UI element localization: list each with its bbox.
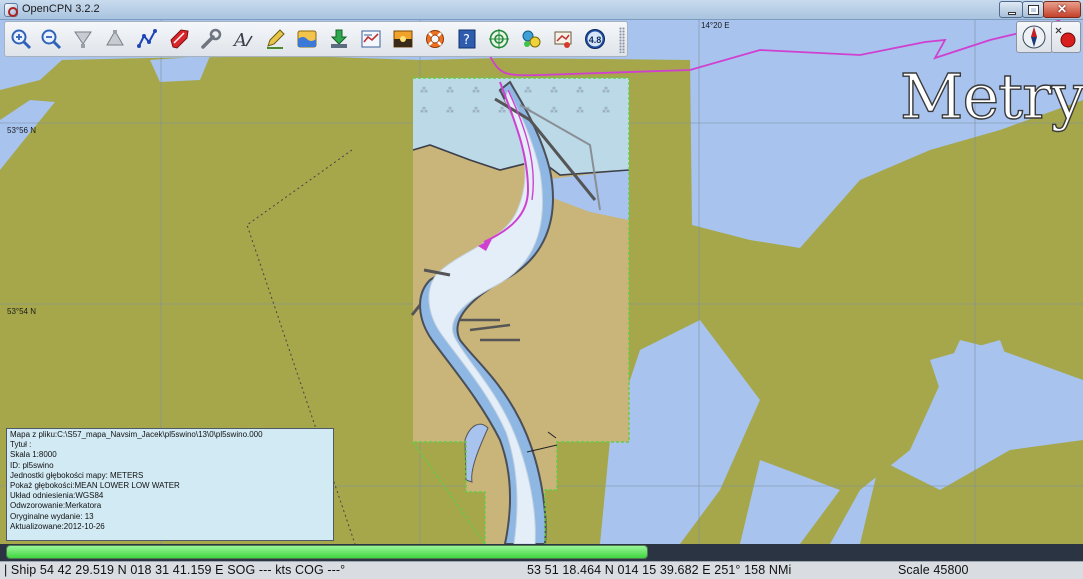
- print-icon: [554, 31, 572, 48]
- current-icon: [330, 29, 348, 48]
- currents-button[interactable]: [325, 25, 353, 54]
- zoom-out-icon: [41, 29, 62, 50]
- ship-icon: [170, 29, 189, 49]
- version-button[interactable]: 4.8: [581, 25, 609, 54]
- chart-info-line: Oryginalne wydanie: 13: [10, 511, 94, 521]
- route-button[interactable]: [133, 25, 161, 54]
- lifebuoy-icon: [426, 30, 444, 48]
- chart-quilt-bar[interactable]: [6, 545, 648, 559]
- chart-info-line: Tytuł :: [10, 440, 32, 450]
- follow-ship-button[interactable]: [165, 25, 193, 54]
- minimize-button[interactable]: [999, 1, 1023, 18]
- zoom-in-icon: [11, 29, 32, 50]
- text-button[interactable]: A: [229, 25, 257, 54]
- ais-button[interactable]: [517, 25, 545, 54]
- target-icon: [489, 29, 509, 49]
- close-button[interactable]: ✕: [1043, 1, 1081, 18]
- status-bar: | Ship 54 42 29.519 N 018 31 41.159 E SO…: [0, 561, 1083, 579]
- depth-units-overlay: Metry: [899, 59, 1083, 133]
- scale-in-button[interactable]: [69, 25, 97, 54]
- title-bar: OpenCPN 3.2.2 ✕: [0, 0, 1083, 20]
- scale-out-button[interactable]: [101, 25, 129, 54]
- close-icon: ✕: [1056, 2, 1068, 16]
- zoom-in-button[interactable]: [7, 25, 35, 54]
- chart-info-line: Pokaż głębokości:MEAN LOWER LOW WATER: [10, 481, 180, 491]
- chart-info-line: Skala 1:8000: [10, 450, 57, 460]
- opencpn-logo-icon: [4, 3, 18, 17]
- wrench-icon: [201, 28, 222, 49]
- chart-info-line: Jednostki głębokości mapy: METERS: [10, 470, 144, 480]
- tides-button[interactable]: [293, 25, 321, 54]
- radar-button[interactable]: [485, 25, 513, 54]
- ship-position-status: | Ship 54 42 29.519 N 018 31 41.159 E SO…: [4, 563, 346, 577]
- latitude-label: 53°54 N: [7, 307, 36, 316]
- draw-button[interactable]: [261, 25, 289, 54]
- help-icon: ?: [458, 29, 476, 49]
- chart-info-line: Mapa z pliku:C:\S57_mapa_Navsim_Jacek\pl…: [10, 430, 263, 439]
- route-icon: [137, 29, 157, 48]
- chart-info-line: ID: pl5swino: [10, 460, 54, 470]
- minimize-icon: [1008, 12, 1016, 15]
- gps-status-widget[interactable]: [1051, 21, 1081, 53]
- opencpn-window: OpenCPN 3.2.2 ✕ ⁂: [0, 0, 1083, 579]
- compass-widget[interactable]: [1016, 21, 1053, 53]
- pencil-icon: [267, 29, 285, 49]
- window-title: OpenCPN 3.2.2: [22, 3, 100, 15]
- chart-info-line: Aktualizowane:2012-10-26: [10, 521, 105, 531]
- chart-info-line: Odwzorowanie:Merkatora: [10, 501, 102, 511]
- cursor-position-status: 53 51 18.464 N 014 15 39.682 E 251° 158 …: [527, 563, 792, 577]
- settings-button[interactable]: [197, 25, 225, 54]
- maximize-icon: [1028, 5, 1039, 15]
- main-toolbar: A ? 4.8: [4, 21, 628, 57]
- scale-out-icon: [106, 29, 124, 46]
- compass-icon: [1022, 25, 1046, 49]
- longitude-label: 14°20 E: [701, 21, 730, 30]
- toolbar-grip[interactable]: [619, 27, 625, 53]
- color-scheme-button[interactable]: [389, 25, 417, 54]
- gps-status-icon: [1055, 27, 1076, 48]
- chart-info-line: Układ odniesienia:WGS84: [10, 491, 104, 501]
- color-scheme-icon: [393, 30, 413, 48]
- chart-quilt-bar-fill: [7, 546, 647, 558]
- route-manager-icon: [361, 30, 381, 48]
- route-manager-button[interactable]: [357, 25, 385, 54]
- help-button[interactable]: ?: [453, 25, 481, 54]
- ais-icon: [522, 30, 541, 48]
- maximize-button[interactable]: [1022, 1, 1044, 18]
- scale-status: Scale 45800: [898, 563, 969, 577]
- version-badge-label: 4.8: [588, 35, 602, 45]
- mob-button[interactable]: [421, 25, 449, 54]
- text-icon: A: [232, 30, 253, 50]
- tide-icon: [297, 30, 317, 48]
- svg-text:A: A: [232, 30, 247, 50]
- svg-text:?: ?: [463, 33, 470, 48]
- print-button[interactable]: [549, 25, 577, 54]
- chart-info-panel: Mapa z pliku:C:\S57_mapa_Navsim_Jacek\pl…: [6, 428, 334, 541]
- scale-in-icon: [74, 31, 92, 48]
- latitude-label: 53°56 N: [7, 126, 36, 135]
- zoom-out-button[interactable]: [37, 25, 65, 54]
